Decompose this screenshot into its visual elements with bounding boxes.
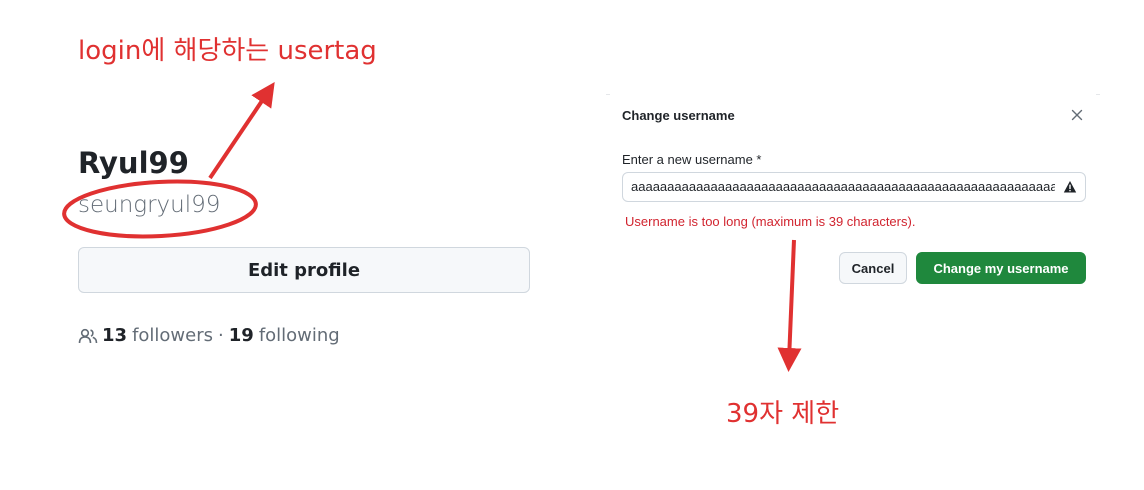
dialog-title: Change username xyxy=(622,108,735,123)
follow-separator: · xyxy=(218,325,224,346)
following-count: 19 xyxy=(228,325,254,346)
new-username-value: aaaaaaaaaaaaaaaaaaaaaaaaaaaaaaaaaaaaaaaa… xyxy=(631,179,1055,194)
dialog-corner-mark xyxy=(1096,94,1100,95)
arrow-up-icon xyxy=(208,82,275,180)
people-icon xyxy=(78,328,98,343)
followers-label: followers xyxy=(132,325,214,346)
profile-login: seungryul99 xyxy=(78,192,221,218)
following-label: following xyxy=(258,325,340,346)
x-icon xyxy=(1071,109,1083,121)
change-username-button[interactable]: Change my username xyxy=(916,252,1086,284)
followers-link[interactable]: 13 followers xyxy=(102,325,213,346)
change-username-dialog: Change username Enter a new username * a… xyxy=(606,94,1100,304)
dialog-corner-mark xyxy=(606,94,610,95)
followers-count: 13 xyxy=(102,325,128,346)
follow-stats: 13 followers · 19 following xyxy=(78,325,340,346)
cancel-button[interactable]: Cancel xyxy=(839,252,907,284)
dialog-close-button[interactable] xyxy=(1068,106,1086,124)
following-link[interactable]: 19 following xyxy=(229,325,340,346)
edit-profile-button[interactable]: Edit profile xyxy=(78,247,530,293)
username-field-label: Enter a new username * xyxy=(622,152,762,167)
username-error-message: Username is too long (maximum is 39 char… xyxy=(625,214,916,229)
annotation-usertag-note: login에 해당하는 usertag xyxy=(78,36,377,66)
new-username-input[interactable]: aaaaaaaaaaaaaaaaaaaaaaaaaaaaaaaaaaaaaaaa… xyxy=(622,172,1086,202)
alert-icon xyxy=(1063,181,1077,193)
profile-display-name: Ryul99 xyxy=(78,146,189,180)
annotation-limit-note: 39자 제한 xyxy=(726,399,840,429)
